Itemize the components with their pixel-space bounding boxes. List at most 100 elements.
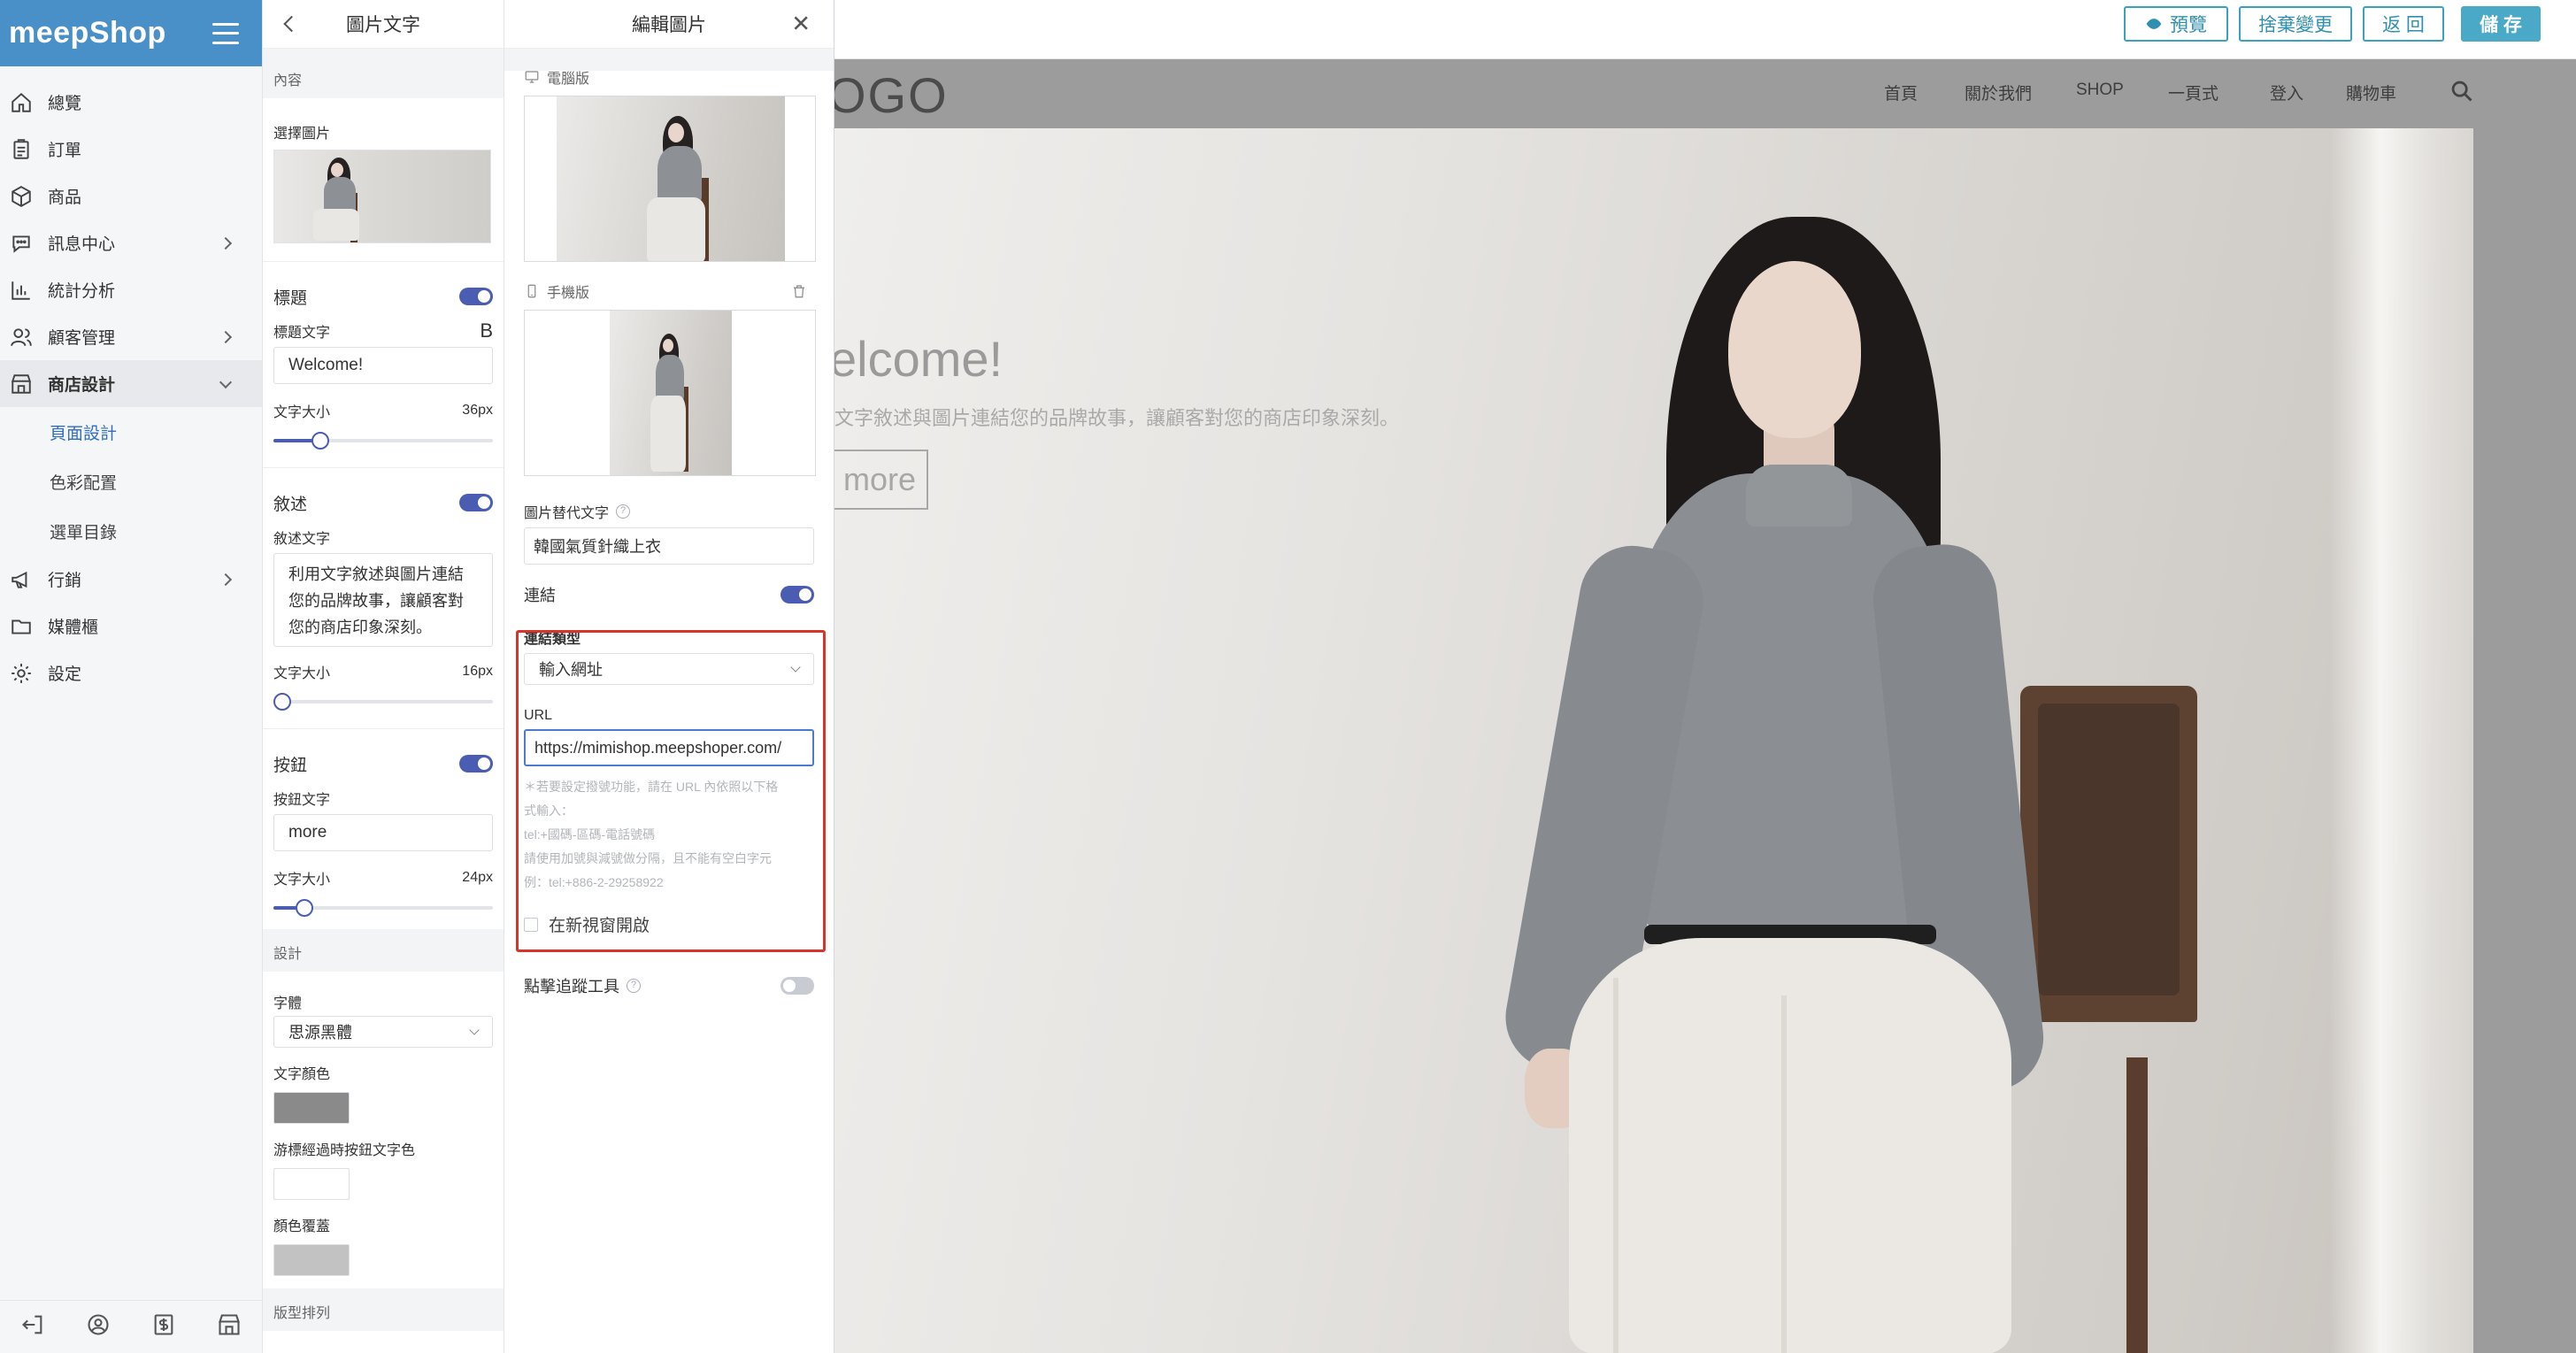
site-logo[interactable]: OGO xyxy=(834,66,949,124)
title-size-slider[interactable] xyxy=(273,432,493,450)
preview-button[interactable]: 預覽 xyxy=(2124,6,2228,42)
hero-more-button[interactable]: more xyxy=(834,450,928,510)
title-toggle-row: 標題 xyxy=(263,274,504,319)
hover-color-label: 游標經過時按鈕文字色 xyxy=(273,1143,416,1158)
mobile-icon xyxy=(527,284,536,298)
desc-toggle[interactable] xyxy=(459,494,493,511)
text-color-swatch[interactable] xyxy=(273,1092,350,1124)
sidebar-item-label: 統計分析 xyxy=(48,282,116,301)
image-text-settings-panel: 圖片文字 內容 選擇圖片 標題 標題文字 B Welcome! 文字大小 36p… xyxy=(263,0,504,1353)
sidebar-item-products[interactable]: 商品 xyxy=(0,173,262,219)
brand-logo[interactable]: meepShop xyxy=(9,16,166,50)
sidebar: meepShop 總覽 訂單 商品 訊息中心 統計分析 顧客管理 商店設計 頁面… xyxy=(0,0,263,1353)
settings-title: 圖片文字 xyxy=(346,15,420,35)
hero-image[interactable]: elcome! 文字敘述與圖片連結您的品牌故事，讓顧客對您的商店印象深刻。 mo… xyxy=(834,128,2473,1353)
trash-icon[interactable] xyxy=(791,283,807,299)
discard-changes-button[interactable]: 捨棄變更 xyxy=(2239,6,2352,42)
slider-handle[interactable] xyxy=(296,899,314,917)
eye-icon xyxy=(2146,19,2162,29)
menu-toggle-icon[interactable] xyxy=(212,22,239,44)
desc-textarea[interactable]: 利用文字敘述與圖片連結您的品牌故事，讓顧客對您的商店印象深刻。 xyxy=(273,553,493,647)
hero-title: elcome! xyxy=(834,331,1003,387)
search-icon[interactable] xyxy=(2449,79,2478,107)
help-icon[interactable]: ? xyxy=(616,504,631,519)
button-size-value: 24px xyxy=(462,870,493,885)
help-icon[interactable]: ? xyxy=(627,979,641,993)
sidebar-subitem-menu[interactable]: 選單目錄 xyxy=(0,506,262,556)
shop-front-icon[interactable] xyxy=(217,1312,242,1341)
editor-topbar: 預覽 捨棄變更 返 回 儲 存 xyxy=(834,0,2576,59)
sidebar-item-customers[interactable]: 顧客管理 xyxy=(0,313,262,360)
sidebar-item-messages[interactable]: 訊息中心 xyxy=(0,219,262,266)
title-size-value: 36px xyxy=(462,403,493,418)
button-text-input[interactable]: more xyxy=(273,814,493,851)
layout-section-label: 版型排列 xyxy=(263,1288,504,1331)
desc-size-slider[interactable] xyxy=(273,693,493,711)
link-toggle-label: 連結 xyxy=(524,587,556,604)
text-color-label: 文字顏色 xyxy=(273,1067,331,1082)
sidebar-item-settings[interactable]: 設定 xyxy=(0,650,262,696)
edit-image-title: 編輯圖片 xyxy=(632,15,706,35)
slider-handle[interactable] xyxy=(311,432,330,450)
desc-text-label: 敘述文字 xyxy=(273,532,331,547)
save-button[interactable]: 儲 存 xyxy=(2461,6,2541,42)
button-size-slider[interactable] xyxy=(273,899,493,917)
chevron-down-icon xyxy=(219,375,233,388)
sidebar-item-orders[interactable]: 訂單 xyxy=(0,126,262,173)
overlay-color-swatch[interactable] xyxy=(273,1244,350,1276)
site-nav-about[interactable]: 關於我們 xyxy=(1965,81,2032,104)
site-nav-shop[interactable]: SHOP xyxy=(2076,81,2124,100)
desc-size-label: 文字大小 xyxy=(273,666,331,681)
sidebar-item-analytics[interactable]: 統計分析 xyxy=(0,266,262,313)
edit-image-header: 編輯圖片 ✕ xyxy=(504,0,834,49)
font-select[interactable]: 思源黑體 xyxy=(273,1016,493,1048)
sidebar-item-marketing[interactable]: 行銷 xyxy=(0,556,262,603)
title-text-input[interactable]: Welcome! xyxy=(273,347,493,384)
tracking-toggle[interactable] xyxy=(780,977,814,995)
sidebar-item-label: 媒體櫃 xyxy=(48,619,99,637)
hover-color-swatch[interactable] xyxy=(273,1168,350,1200)
bold-button[interactable]: B xyxy=(480,319,493,342)
brand-bar: meepShop xyxy=(0,0,262,66)
site-nav-home[interactable]: 首頁 xyxy=(1884,81,1918,104)
alt-text-input[interactable]: 韓國氣質針織上衣 xyxy=(524,527,814,565)
content-section-label: 內容 xyxy=(263,49,504,98)
slider-handle[interactable] xyxy=(273,693,291,711)
mobile-label: 手機版 xyxy=(547,286,590,301)
site-nav-onepage[interactable]: 一頁式 xyxy=(2168,81,2218,104)
sidebar-subitem-color-scheme[interactable]: 色彩配置 xyxy=(0,457,262,506)
link-toggle[interactable] xyxy=(780,586,814,603)
settings-header: 圖片文字 xyxy=(263,0,504,49)
gear-icon xyxy=(9,661,34,686)
sidebar-item-overview[interactable]: 總覽 xyxy=(0,79,262,126)
chevron-right-icon xyxy=(219,330,233,343)
back-button-label: 返 回 xyxy=(2382,15,2425,35)
folder-icon xyxy=(9,614,34,639)
account-icon[interactable] xyxy=(86,1312,111,1341)
desktop-image-preview[interactable] xyxy=(524,96,816,262)
desc-size-value: 16px xyxy=(462,664,493,679)
preview-button-label: 預覽 xyxy=(2170,15,2207,35)
back-button[interactable]: 返 回 xyxy=(2363,6,2444,42)
sidebar-item-store-design[interactable]: 商店設計 xyxy=(0,360,262,407)
sidebar-subitem-page-design[interactable]: 頁面設計 xyxy=(0,407,262,457)
mobile-image-preview[interactable] xyxy=(524,310,816,476)
store-icon xyxy=(9,372,34,396)
sidebar-item-label: 設定 xyxy=(48,665,82,684)
sidebar-item-media[interactable]: 媒體櫃 xyxy=(0,603,262,650)
button-toggle[interactable] xyxy=(459,755,493,773)
site-nav-login[interactable]: 登入 xyxy=(2270,81,2303,104)
button-text-label: 按鈕文字 xyxy=(273,793,331,808)
logout-icon[interactable] xyxy=(20,1312,45,1341)
box-icon xyxy=(9,184,34,209)
sidebar-item-label: 訊息中心 xyxy=(48,235,116,254)
back-arrow-icon[interactable] xyxy=(283,15,300,33)
title-size-row: 文字大小 36px xyxy=(263,398,504,423)
title-toggle[interactable] xyxy=(459,288,493,305)
selected-image-thumbnail[interactable] xyxy=(273,150,491,243)
close-icon[interactable]: ✕ xyxy=(791,11,811,38)
title-text-label: 標題文字 xyxy=(273,326,331,341)
billing-icon[interactable] xyxy=(151,1312,176,1341)
canvas-right-margin xyxy=(2473,128,2576,1353)
site-nav-cart[interactable]: 購物車 xyxy=(2346,81,2396,104)
